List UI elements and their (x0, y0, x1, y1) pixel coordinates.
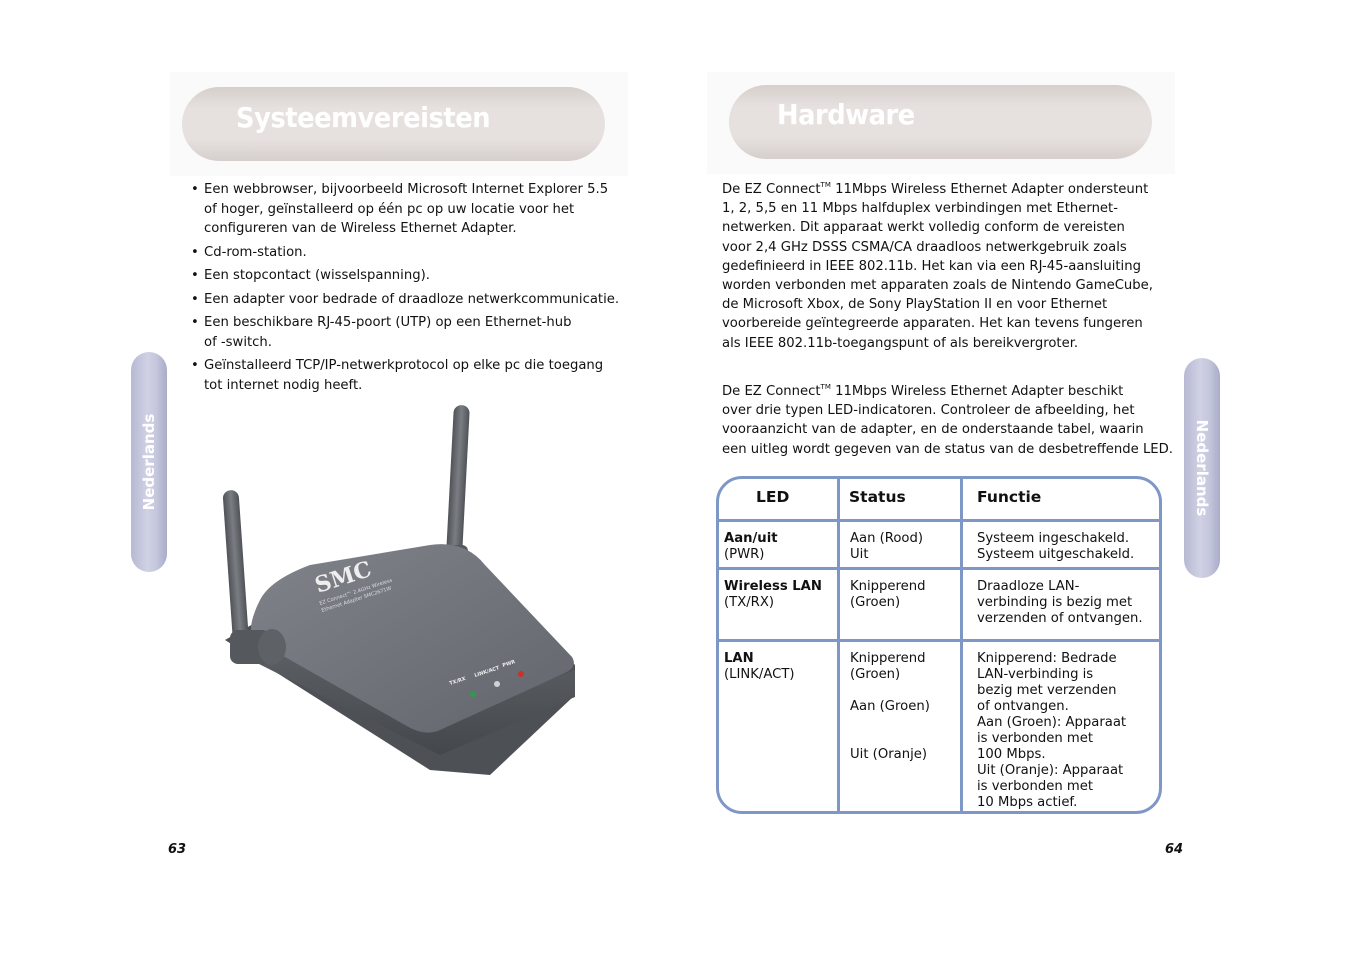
table-row-wlan-function: Draadloze LAN- verbinding is bezig met v… (977, 579, 1143, 626)
intro-paragraph: De EZ ConnectTM 11Mbps Wireless Ethernet… (722, 181, 1153, 351)
header-status: Status (849, 488, 906, 506)
table-row-wlan-led: Wireless LAN (TX/RX) (724, 579, 822, 610)
title-banner: Hardware (729, 85, 1152, 159)
page-title: Hardware (777, 98, 915, 131)
row-divider (719, 519, 1159, 522)
row-divider (719, 567, 1159, 570)
table-row-pwr-function: Systeem ingeschakeld. Systeem uitgeschak… (977, 531, 1135, 562)
table-row-pwr-led: Aan/uit (PWR) (724, 531, 778, 562)
led-table: LED Status Functie Aan/uit (PWR) Aan (Ro… (716, 476, 1162, 814)
language-tab: Nederlands (1184, 358, 1220, 578)
column-divider (960, 479, 963, 811)
row-divider (719, 639, 1159, 642)
led-paragraph: De EZ ConnectTM 11Mbps Wireless Ethernet… (722, 383, 1173, 457)
header-function: Functie (977, 488, 1042, 506)
table-row-lan-status: Knipperend (Groen) Aan (Groen) Uit (Oran… (850, 651, 930, 762)
column-divider (837, 479, 840, 811)
table-row-pwr-status: Aan (Rood) Uit (850, 531, 924, 562)
language-tab-label: Nederlands (1193, 419, 1211, 517)
table-row-wlan-status: Knipperend (Groen) (850, 579, 926, 610)
page-64: Hardware Nederlands De EZ ConnectTM 11Mb… (0, 0, 1351, 954)
header-led: LED (756, 488, 790, 506)
page-number: 64 (1165, 842, 1184, 857)
table-row-lan-function: Knipperend: Bedrade LAN-verbinding is be… (977, 651, 1127, 810)
table-row-lan-led: LAN (LINK/ACT) (724, 651, 795, 682)
